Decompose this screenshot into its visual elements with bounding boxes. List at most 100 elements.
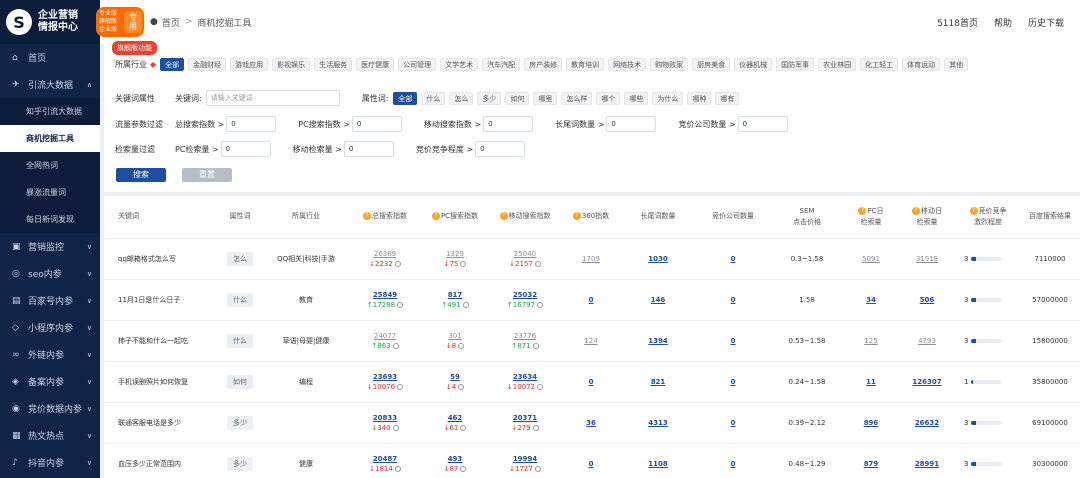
attr-pill[interactable]: 什么 xyxy=(227,333,253,348)
brand-logo[interactable]: S 企业营销 情报中心 xyxy=(0,0,100,44)
sidebar-item-5[interactable]: 暴涨流量词 xyxy=(0,179,100,206)
clock-icon[interactable] xyxy=(392,342,399,349)
pc-value[interactable]: 1329 xyxy=(446,250,464,258)
attr-pill[interactable]: 怎么 xyxy=(227,251,253,266)
longtail-value[interactable]: 146 xyxy=(651,296,666,304)
attr-pill[interactable]: 多少 xyxy=(227,456,253,471)
industry-tag[interactable]: 房产装修 xyxy=(524,58,563,71)
clock-icon[interactable] xyxy=(462,301,469,308)
clock-icon[interactable] xyxy=(534,260,541,267)
attr-tag[interactable]: 哪个 xyxy=(596,91,621,105)
attr-tag[interactable]: 哪有 xyxy=(715,91,740,105)
keyword-cell[interactable]: 血压多少正常范围内 xyxy=(104,443,216,478)
longtail-value[interactable]: 1394 xyxy=(648,337,667,345)
mob-value[interactable]: 25040 xyxy=(514,250,536,258)
clock-icon[interactable] xyxy=(460,260,467,267)
attr-tag[interactable]: 哪种 xyxy=(687,91,712,105)
longtail-value[interactable]: 1030 xyxy=(648,255,667,263)
flow-field-input[interactable]: 0 xyxy=(737,116,788,132)
search-field-input[interactable]: 0 xyxy=(343,141,394,157)
clock-icon[interactable] xyxy=(537,301,544,308)
sidebar-item-7[interactable]: ▣ 营销监控 ∨ xyxy=(0,233,100,260)
column-header[interactable]: 百度搜索结果 xyxy=(1020,196,1080,239)
index360-value[interactable]: 0 xyxy=(589,460,594,468)
industry-tag[interactable]: 体育运动 xyxy=(902,58,941,71)
industry-tag[interactable]: 金融财经 xyxy=(188,58,227,71)
column-header[interactable]: 竞价公司数量 xyxy=(696,196,770,239)
column-header[interactable]: ? 移动搜索指数 xyxy=(488,196,562,239)
keyword-text[interactable]: 联通客服电话是多少 xyxy=(118,419,181,427)
mob-value[interactable]: 23776 xyxy=(514,332,536,340)
industry-tag[interactable]: 化工轻工 xyxy=(860,58,899,71)
pc-day-value[interactable]: 5091 xyxy=(862,255,880,263)
column-header[interactable]: ? 360指数 xyxy=(562,196,620,239)
clock-icon[interactable] xyxy=(537,383,544,390)
pc-day-value[interactable]: 11 xyxy=(866,378,876,386)
attr-tag[interactable]: 多少 xyxy=(477,91,502,105)
clock-icon[interactable] xyxy=(534,465,541,472)
clock-icon[interactable] xyxy=(397,383,404,390)
column-header[interactable]: ? PC日 检索量 xyxy=(844,196,898,239)
clock-icon[interactable] xyxy=(458,342,465,349)
index360-value[interactable]: 1709 xyxy=(582,255,600,263)
industry-tag[interactable]: 农业林园 xyxy=(818,58,857,71)
sidebar-item-12[interactable]: ◈ 备案内参 ∨ xyxy=(0,368,100,395)
pc-value[interactable]: 493 xyxy=(448,455,463,463)
mob-day-value[interactable]: 126307 xyxy=(912,378,941,386)
clock-icon[interactable] xyxy=(532,424,539,431)
mob-day-value[interactable]: 31918 xyxy=(916,255,938,263)
industry-tag[interactable]: 仪器机械 xyxy=(734,58,773,71)
sidebar-item-2[interactable]: 知乎引流大数据 xyxy=(0,98,100,125)
industry-tag[interactable]: 生活服务 xyxy=(314,58,353,71)
flow-field-input[interactable]: 0 xyxy=(226,116,277,132)
keyword-text[interactable]: qq邮箱格式怎么写 xyxy=(118,255,176,263)
attr-tag[interactable]: 全部 xyxy=(393,91,418,105)
longtail-value[interactable]: 1108 xyxy=(648,460,667,468)
attr-tag[interactable]: 为什么 xyxy=(652,91,684,105)
pc-day-value[interactable]: 125 xyxy=(864,337,877,345)
keyword-cell[interactable]: 联通客服电话是多少 xyxy=(104,402,216,444)
industry-tag[interactable]: 教育培训 xyxy=(566,58,605,71)
attr-pill[interactable]: 多少 xyxy=(227,415,253,430)
index360-value[interactable]: 0 xyxy=(589,296,594,304)
clock-icon[interactable] xyxy=(394,260,401,267)
attr-pill[interactable]: 如何 xyxy=(227,374,253,389)
industry-tag[interactable]: 厨房美食 xyxy=(692,58,731,71)
sidebar-item-14[interactable]: ▦ 热文热点 ∨ xyxy=(0,422,100,449)
attr-tag[interactable]: 如何 xyxy=(505,91,530,105)
search-field-input[interactable]: 0 xyxy=(220,141,271,157)
flow-field-input[interactable]: 0 xyxy=(351,116,402,132)
total-value[interactable]: 20833 xyxy=(373,414,397,422)
pc-value[interactable]: 817 xyxy=(448,291,463,299)
clock-icon[interactable] xyxy=(460,424,467,431)
sidebar-item-6[interactable]: 每日新词发现 xyxy=(0,206,100,233)
index360-value[interactable]: 36 xyxy=(586,419,596,427)
sidebar-item-9[interactable]: ▤ 百家号内参 ∨ xyxy=(0,287,100,314)
sidebar-item-1[interactable]: ✈ 引流大数据 ∧ xyxy=(0,71,100,98)
clock-icon[interactable] xyxy=(460,465,467,472)
sidebar-item-3[interactable]: 商机挖掘工具 xyxy=(0,125,100,152)
industry-tag[interactable]: 购物败家 xyxy=(650,58,689,71)
top-link-help[interactable]: 帮助 xyxy=(994,16,1012,29)
mob-day-value[interactable]: 4793 xyxy=(918,337,936,345)
column-header[interactable]: 属性词 xyxy=(216,196,264,239)
sidebar-item-4[interactable]: 全网热词 xyxy=(0,152,100,179)
attr-tag[interactable]: 怎么 xyxy=(449,91,474,105)
keyword-cell[interactable]: 手机误删照片如何恢复 xyxy=(104,361,216,403)
column-header[interactable]: ? PC搜索指数 xyxy=(422,196,488,239)
bid-company-value[interactable]: 0 xyxy=(731,460,736,468)
column-header[interactable]: SEM 点击价格 xyxy=(770,196,844,239)
sidebar-item-11[interactable]: ∞ 外链内参 ∨ xyxy=(0,341,100,368)
search-field-input[interactable]: 0 xyxy=(475,141,526,157)
pc-day-value[interactable]: 879 xyxy=(864,460,879,468)
top-link-history-download[interactable]: 历史下载 xyxy=(1028,16,1064,29)
column-header[interactable]: ? 竞价竞争 激烈程度 xyxy=(956,196,1020,239)
pc-value[interactable]: 59 xyxy=(450,373,460,381)
keyword-text[interactable]: 血压多少正常范围内 xyxy=(118,460,181,468)
clock-icon[interactable] xyxy=(458,383,465,390)
pc-day-value[interactable]: 896 xyxy=(864,419,879,427)
longtail-value[interactable]: 4313 xyxy=(648,419,667,427)
industry-tag[interactable]: 国防军事 xyxy=(776,58,815,71)
sidebar-item-8[interactable]: ◎ seo内参 ∨ xyxy=(0,260,100,287)
industry-tag[interactable]: 影视娱乐 xyxy=(272,58,311,71)
